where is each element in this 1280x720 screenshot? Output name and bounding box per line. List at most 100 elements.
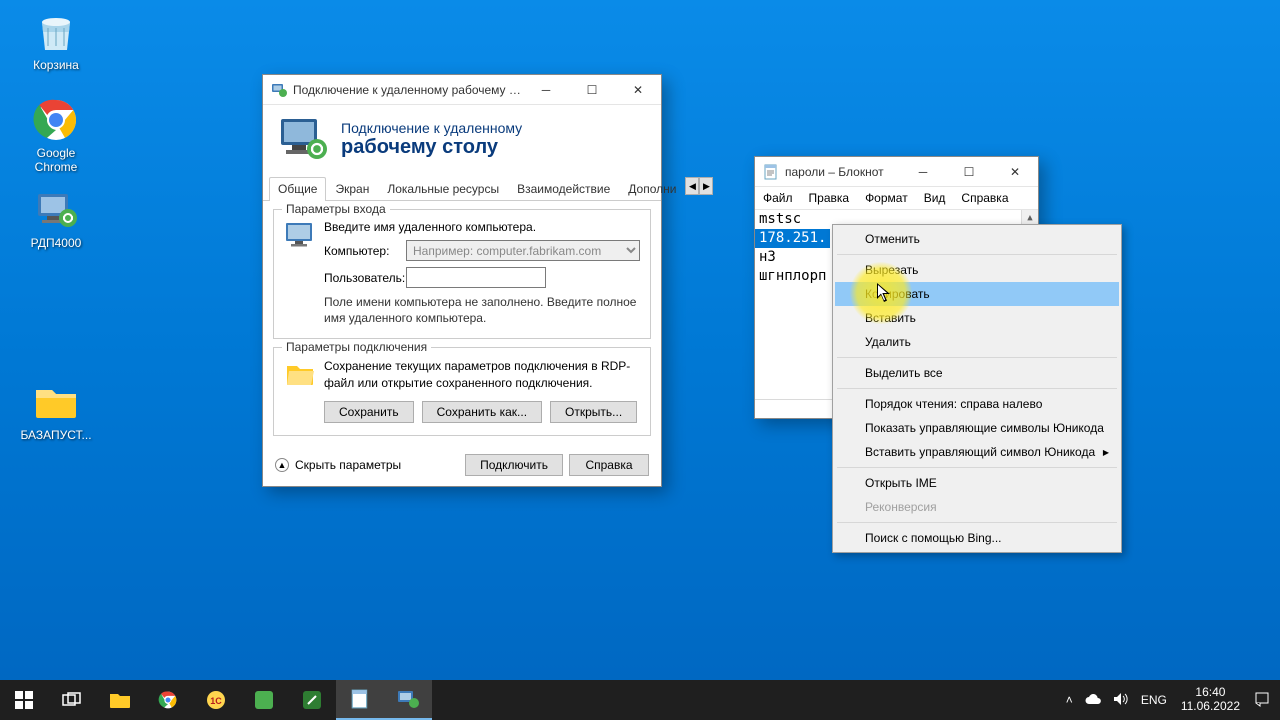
rdp-titlebar[interactable]: Подключение к удаленному рабочему с... ─… [263, 75, 661, 105]
ctx-bing-search[interactable]: Поиск с помощью Bing... [835, 526, 1119, 550]
open-button[interactable]: Открыть... [550, 401, 637, 423]
folder-open-icon [284, 358, 316, 390]
separator [837, 467, 1117, 468]
notepad-title-text: пароли – Блокнот [785, 165, 900, 179]
tray-expand-icon[interactable]: ˄ [1060, 693, 1079, 707]
menu-format[interactable]: Формат [857, 189, 916, 207]
folder-icon [32, 378, 80, 426]
rdp-window: Подключение к удаленному рабочему с... ─… [262, 74, 662, 487]
desktop-icon-google-chrome[interactable]: Google Chrome [18, 96, 94, 174]
ctx-select-all[interactable]: Выделить все [835, 361, 1119, 385]
context-menu: Отменить Вырезать Копировать Вставить Уд… [832, 224, 1122, 553]
group-login-legend: Параметры входа [282, 202, 390, 216]
taskbar-1c[interactable]: 1C [192, 680, 240, 720]
tab-experience[interactable]: Взаимодействие [508, 177, 619, 201]
save-as-button[interactable]: Сохранить как... [422, 401, 542, 423]
tab-general[interactable]: Общие [269, 177, 326, 201]
desktop-icon-label: Корзина [18, 58, 94, 72]
help-button[interactable]: Справка [569, 454, 649, 476]
chrome-icon [32, 96, 80, 144]
tab-scroll-left[interactable]: ◀ [685, 177, 699, 195]
taskbar-app-tool[interactable] [288, 680, 336, 720]
minimize-button[interactable]: ─ [523, 75, 569, 105]
ctx-show-unicode[interactable]: Показать управляющие символы Юникода [835, 416, 1119, 440]
menu-edit[interactable]: Правка [801, 189, 858, 207]
ctx-paste[interactable]: Вставить [835, 306, 1119, 330]
taskbar-notepad[interactable] [336, 680, 384, 720]
tab-advanced[interactable]: Дополни [619, 177, 685, 201]
close-button[interactable]: ✕ [992, 157, 1038, 187]
close-button[interactable]: ✕ [615, 75, 661, 105]
monitor-icon [284, 220, 316, 252]
desktop-icon-rdp4000[interactable]: РДП4000 [18, 186, 94, 250]
taskbar: 1C ˄ ENG 16:40 11.06.2022 [0, 680, 1280, 720]
tab-screen[interactable]: Экран [326, 177, 378, 201]
separator [837, 522, 1117, 523]
ctx-reconversion: Реконверсия [835, 495, 1119, 519]
notepad-menubar: Файл Правка Формат Вид Справка [755, 187, 1038, 209]
rdp-header: Подключение к удаленному рабочему столу [263, 105, 661, 177]
text-line-selected: 178.251. [755, 229, 830, 248]
desktop-icon-label: РДП4000 [18, 236, 94, 250]
ctx-rtl[interactable]: Порядок чтения: справа налево [835, 392, 1119, 416]
minimize-button[interactable]: ─ [900, 157, 946, 187]
rdp-heading-small: Подключение к удаленному [341, 120, 522, 136]
taskbar-rdp[interactable] [384, 680, 432, 720]
desktop-icon-label: БАЗАПУСТ... [18, 428, 94, 442]
start-button[interactable] [0, 680, 48, 720]
group-conn-legend: Параметры подключения [282, 340, 431, 354]
connect-button[interactable]: Подключить [465, 454, 563, 476]
taskview-button[interactable] [48, 680, 96, 720]
login-instruction: Введите имя удаленного компьютера. [324, 220, 640, 234]
rdp-file-icon [32, 186, 80, 234]
system-tray: ˄ ENG 16:40 11.06.2022 [1060, 686, 1280, 714]
recycle-bin-icon [32, 8, 80, 56]
ctx-undo[interactable]: Отменить [835, 227, 1119, 251]
separator [837, 254, 1117, 255]
user-input[interactable] [406, 267, 546, 288]
tray-lang[interactable]: ENG [1135, 693, 1173, 707]
tab-scroll-right[interactable]: ▶ [699, 177, 713, 195]
ctx-copy[interactable]: Копировать [835, 282, 1119, 306]
maximize-button[interactable]: ☐ [946, 157, 992, 187]
group-connection-params: Параметры подключения Сохранение текущих… [273, 347, 651, 435]
maximize-button[interactable]: ☐ [569, 75, 615, 105]
menu-help[interactable]: Справка [953, 189, 1016, 207]
tray-volume-icon[interactable] [1107, 692, 1135, 709]
computer-label: Компьютер: [324, 244, 406, 258]
tray-notifications-icon[interactable] [1248, 691, 1276, 710]
desktop-icon-recycle-bin[interactable]: Корзина [18, 8, 94, 72]
notepad-titlebar[interactable]: пароли – Блокнот ─ ☐ ✕ [755, 157, 1038, 187]
conn-text: Сохранение текущих параметров подключени… [324, 358, 640, 390]
svg-text:1C: 1C [210, 696, 222, 706]
desktop-icon-bazapust[interactable]: БАЗАПУСТ... [18, 378, 94, 442]
user-label: Пользователь: [324, 271, 406, 285]
menu-file[interactable]: Файл [755, 189, 801, 207]
tray-clock[interactable]: 16:40 11.06.2022 [1173, 686, 1248, 714]
rdp-logo-icon [279, 115, 327, 163]
group-login-params: Параметры входа Введите имя удаленного к… [273, 209, 651, 339]
hide-params-toggle[interactable]: ▲ Скрыть параметры [275, 458, 401, 472]
tab-local-resources[interactable]: Локальные ресурсы [378, 177, 508, 201]
rdp-title-text: Подключение к удаленному рабочему с... [293, 83, 523, 97]
menu-view[interactable]: Вид [916, 189, 954, 207]
taskbar-app-green[interactable] [240, 680, 288, 720]
ctx-delete[interactable]: Удалить [835, 330, 1119, 354]
chevron-up-icon: ▲ [275, 458, 289, 472]
rdp-titlebar-icon [271, 82, 287, 98]
ctx-cut[interactable]: Вырезать [835, 258, 1119, 282]
taskbar-explorer[interactable] [96, 680, 144, 720]
rdp-heading-large: рабочему столу [341, 136, 522, 159]
login-hint: Поле имени компьютера не заполнено. Введ… [324, 294, 640, 326]
separator [837, 388, 1117, 389]
separator [837, 357, 1117, 358]
save-button[interactable]: Сохранить [324, 401, 414, 423]
desktop-icon-label: Google Chrome [18, 146, 94, 174]
computer-select[interactable]: Например: computer.fabrikam.com [406, 240, 640, 261]
taskbar-chrome[interactable] [144, 680, 192, 720]
rdp-footer: ▲ Скрыть параметры Подключить Справка [263, 444, 661, 486]
ctx-insert-unicode[interactable]: Вставить управляющий символ Юникода [835, 440, 1119, 464]
ctx-open-ime[interactable]: Открыть IME [835, 471, 1119, 495]
rdp-tabs: Общие Экран Локальные ресурсы Взаимодейс… [263, 177, 661, 201]
tray-cloud-icon[interactable] [1079, 693, 1107, 708]
